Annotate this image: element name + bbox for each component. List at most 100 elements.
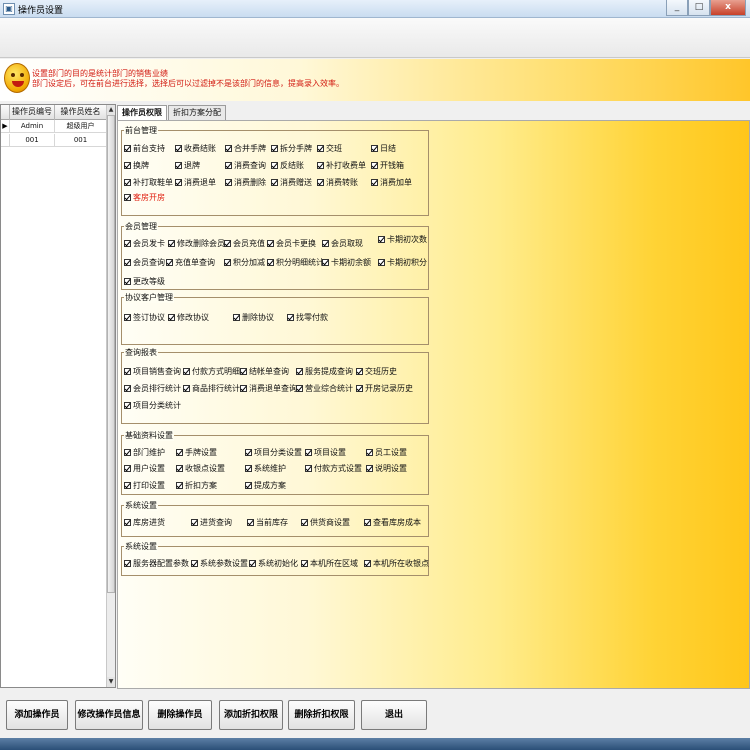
perm-checkbox[interactable]: 会员卡更换 [267,238,316,249]
grid-cell-operator-name[interactable]: 001 [55,134,107,147]
checkbox-checked-icon[interactable] [371,162,378,169]
perm-checkbox[interactable]: 会员发卡 [124,238,165,249]
perm-checkbox[interactable]: 进货查询 [191,517,232,528]
delete-operator-button[interactable]: 删除操作员 [148,700,212,730]
perm-checkbox[interactable]: 找零付款 [287,312,328,323]
checkbox-checked-icon[interactable] [267,240,274,247]
grid-cell-operator-name[interactable]: 超级用户 [55,120,107,133]
checkbox-checked-icon[interactable] [245,449,252,456]
perm-checkbox[interactable]: 消费退单 [175,177,216,188]
perm-checkbox[interactable]: 会员取现 [322,238,363,249]
perm-checkbox[interactable]: 部门维护 [124,447,165,458]
checkbox-checked-icon[interactable] [247,519,254,526]
perm-checkbox[interactable]: 项目分类统计 [124,400,181,411]
checkbox-checked-icon[interactable] [317,162,324,169]
checkbox-checked-icon[interactable] [176,449,183,456]
checkbox-checked-icon[interactable] [371,145,378,152]
perm-checkbox[interactable]: 库房进货 [124,517,165,528]
perm-checkbox[interactable]: 消费退单查询 [240,383,297,394]
perm-checkbox[interactable]: 签订协议 [124,312,165,323]
perm-checkbox[interactable]: 说明设置 [366,463,407,474]
checkbox-checked-icon[interactable] [317,179,324,186]
perm-checkbox[interactable]: 退牌 [175,160,200,171]
checkbox-checked-icon[interactable] [364,560,371,567]
perm-checkbox[interactable]: 消费赠送 [271,177,312,188]
perm-checkbox[interactable]: 拆分手牌 [271,143,312,154]
perm-checkbox[interactable]: 积分明细统计 [267,257,324,268]
perm-checkbox[interactable]: 开房记录历史 [356,383,413,394]
checkbox-checked-icon[interactable] [245,465,252,472]
table-row[interactable]: ▶ Admin 超级用户 [1,120,107,133]
checkbox-checked-icon[interactable] [356,368,363,375]
checkbox-checked-icon[interactable] [249,560,256,567]
checkbox-checked-icon[interactable] [245,482,252,489]
perm-checkbox[interactable]: 收费结账 [175,143,216,154]
checkbox-checked-icon[interactable] [124,402,131,409]
grid-header-operator-id[interactable]: 操作员编号 [10,105,55,120]
perm-checkbox[interactable]: 消费删除 [225,177,266,188]
tab-operator-permissions[interactable]: 操作员权限 [117,105,167,120]
checkbox-checked-icon[interactable] [378,259,385,266]
checkbox-checked-icon[interactable] [366,449,373,456]
perm-checkbox[interactable]: 系统维护 [245,463,286,474]
perm-checkbox[interactable]: 本机所在收银点 [364,558,429,569]
checkbox-checked-icon[interactable] [322,259,329,266]
maximize-button[interactable]: □ [688,0,710,16]
perm-checkbox[interactable]: 查看库房成本 [364,517,421,528]
perm-checkbox[interactable]: 服务器配置参数 [124,558,189,569]
checkbox-checked-icon[interactable] [124,179,131,186]
perm-checkbox[interactable]: 系统初始化 [249,558,298,569]
checkbox-checked-icon[interactable] [271,145,278,152]
checkbox-checked-icon[interactable] [366,465,373,472]
delete-discount-permission-button[interactable]: 删除折扣权限 [288,700,355,730]
table-row[interactable]: 001 001 [1,134,107,147]
checkbox-checked-icon[interactable] [124,449,131,456]
operator-grid[interactable]: 操作员编号 操作员姓名 ▶ Admin 超级用户 001 001 ▲ ▼ [0,104,116,688]
checkbox-checked-icon[interactable] [176,465,183,472]
perm-checkbox[interactable]: 供货商设置 [301,517,350,528]
perm-checkbox[interactable]: 换牌 [124,160,149,171]
perm-checkbox[interactable]: 手牌设置 [176,447,217,458]
perm-checkbox[interactable]: 营业综合统计 [296,383,353,394]
checkbox-checked-icon[interactable] [124,465,131,472]
perm-checkbox[interactable]: 前台支持 [124,143,165,154]
checkbox-checked-icon[interactable] [168,240,175,247]
scroll-thumb[interactable] [107,115,115,593]
checkbox-checked-icon[interactable] [225,145,232,152]
checkbox-checked-icon[interactable] [240,385,247,392]
checkbox-checked-icon[interactable] [124,314,131,321]
perm-checkbox[interactable]: 打印设置 [124,480,165,491]
perm-checkbox[interactable]: 项目销售查询 [124,366,181,377]
checkbox-checked-icon[interactable] [124,560,131,567]
checkbox-checked-icon[interactable] [225,162,232,169]
edit-operator-button[interactable]: 修改操作员信息 [75,700,143,730]
perm-checkbox[interactable]: 卡期初次数 [378,234,427,245]
perm-checkbox[interactable]: 更改等级 [124,276,165,287]
perm-checkbox[interactable]: 会员排行统计 [124,383,181,394]
checkbox-checked-icon[interactable] [124,162,131,169]
checkbox-checked-icon[interactable] [124,145,131,152]
perm-checkbox[interactable]: 卡期初积分 [378,257,427,268]
perm-checkbox[interactable]: 消费转账 [317,177,358,188]
close-button[interactable]: x [710,0,746,16]
checkbox-checked-icon[interactable] [191,519,198,526]
perm-checkbox[interactable]: 会员充值 [224,238,265,249]
checkbox-checked-icon[interactable] [124,368,131,375]
checkbox-checked-icon[interactable] [224,240,231,247]
checkbox-checked-icon[interactable] [296,385,303,392]
checkbox-checked-icon[interactable] [378,236,385,243]
checkbox-checked-icon[interactable] [124,519,131,526]
perm-checkbox[interactable]: 会员查询 [124,257,165,268]
perm-checkbox[interactable]: 合并手牌 [225,143,266,154]
grid-vertical-scrollbar[interactable]: ▲ ▼ [106,105,115,687]
checkbox-checked-icon[interactable] [124,194,131,201]
perm-checkbox[interactable]: 卡期初余额 [322,257,371,268]
checkbox-checked-icon[interactable] [224,259,231,266]
add-operator-button[interactable]: 添加操作员 [6,700,68,730]
checkbox-checked-icon[interactable] [175,162,182,169]
checkbox-checked-icon[interactable] [322,240,329,247]
checkbox-checked-icon[interactable] [287,314,294,321]
perm-checkbox[interactable]: 消费查询 [225,160,266,171]
checkbox-checked-icon[interactable] [124,385,131,392]
checkbox-checked-icon[interactable] [301,519,308,526]
